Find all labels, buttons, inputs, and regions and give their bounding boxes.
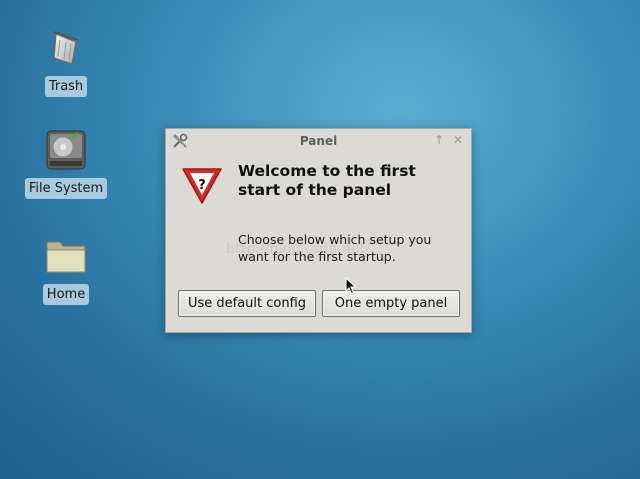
desktop-icon-label: File System	[24, 178, 108, 199]
desktop: Trash File System Home Panel ↑ ✕ ? Welco…	[0, 0, 640, 479]
desktop-icon-file-system[interactable]: File System	[24, 126, 108, 199]
one-empty-panel-button[interactable]: One empty panel	[322, 290, 460, 317]
folder-icon	[42, 232, 90, 280]
tools-icon[interactable]	[171, 132, 189, 150]
shade-icon[interactable]: ↑	[432, 132, 446, 148]
panel-welcome-dialog: Panel ↑ ✕ ? Welcome to the first start o…	[165, 128, 472, 333]
close-icon[interactable]: ✕	[451, 132, 465, 148]
svg-text:?: ?	[198, 178, 206, 193]
mouse-pointer-icon	[345, 276, 357, 295]
drive-icon	[42, 126, 90, 174]
use-default-config-button[interactable]: Use default config	[178, 290, 316, 317]
dialog-titlebar[interactable]: Panel ↑ ✕	[166, 129, 471, 153]
desktop-icon-home[interactable]: Home	[42, 232, 90, 305]
dialog-title: Panel	[299, 134, 338, 148]
desktop-icon-label: Trash	[44, 76, 88, 97]
dialog-message: Choose below which setup you want for th…	[238, 232, 432, 264]
desktop-icon-trash[interactable]: Trash	[42, 24, 90, 97]
desktop-icon-label: Home	[42, 284, 90, 305]
question-warning-icon: ?	[180, 165, 224, 207]
trash-icon	[42, 24, 90, 72]
dialog-heading: Welcome to the first start of the panel	[238, 162, 416, 199]
